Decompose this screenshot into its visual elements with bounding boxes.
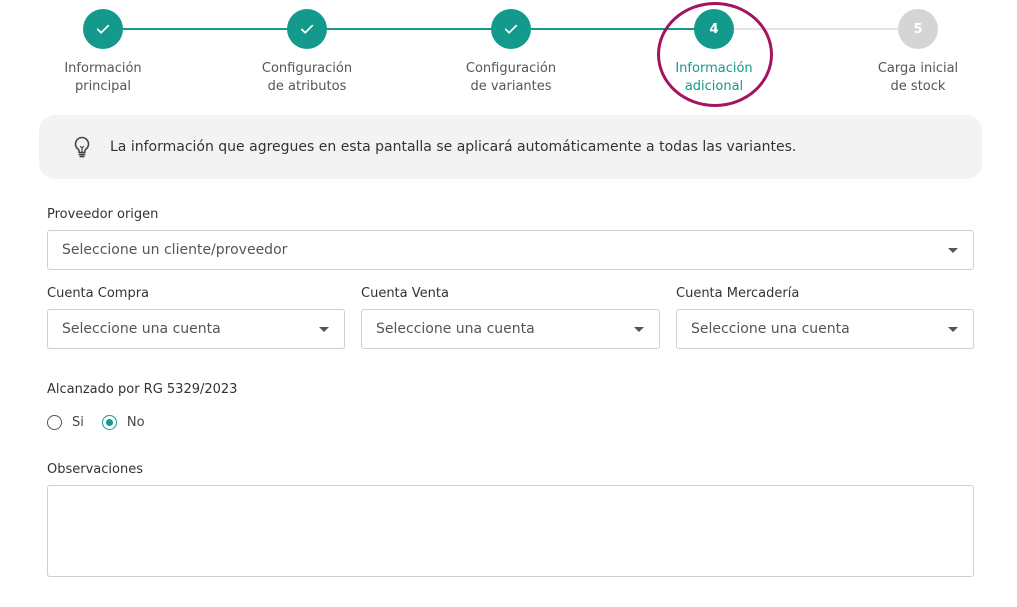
- rg-radio-group: Si No: [47, 415, 163, 430]
- step-label: Configuración de atributos: [261, 61, 353, 94]
- step-configuracion-variantes[interactable]: Configuración de variantes: [441, 9, 581, 96]
- cuenta-venta-select[interactable]: Seleccione una cuenta: [361, 309, 660, 349]
- check-icon: [504, 24, 518, 34]
- info-banner: La información que agregues en esta pant…: [39, 115, 982, 179]
- select-placeholder: Seleccione una cuenta: [691, 321, 850, 337]
- stepper: Información principal Configuración de atr…: [0, 0, 1017, 110]
- caret-down-icon: [319, 327, 329, 332]
- caret-down-icon: [634, 327, 644, 332]
- select-placeholder: Seleccione una cuenta: [62, 321, 221, 337]
- proveedor-origen-label: Proveedor origen: [47, 207, 159, 222]
- cuenta-compra-label: Cuenta Compra: [47, 286, 150, 301]
- step-circle-done: [287, 9, 327, 49]
- radio-no-label: No: [126, 415, 145, 430]
- step-informacion-principal[interactable]: Información principal: [33, 9, 173, 96]
- step-carga-inicial-stock[interactable]: 5 Carga inicial de stock: [848, 9, 988, 96]
- step-label: Configuración de variantes: [465, 61, 557, 94]
- info-banner-text: La información que agregues en esta pant…: [110, 139, 797, 155]
- step-label: Información principal: [64, 61, 142, 94]
- step-label: Carga inicial de stock: [877, 61, 959, 94]
- radio-si[interactable]: [47, 415, 62, 430]
- step-circle-active: 4: [694, 9, 734, 49]
- step-circle-done: [83, 9, 123, 49]
- step-number: 4: [709, 21, 719, 37]
- cuenta-mercaderia-select[interactable]: Seleccione una cuenta: [676, 309, 974, 349]
- step-number: 5: [913, 21, 923, 37]
- cuenta-mercaderia-label: Cuenta Mercadería: [676, 286, 800, 301]
- step-circle-pending: 5: [898, 9, 938, 49]
- check-icon: [96, 24, 110, 34]
- cuenta-compra-select[interactable]: Seleccione una cuenta: [47, 309, 345, 349]
- lightbulb-icon: [73, 135, 95, 159]
- caret-down-icon: [948, 327, 958, 332]
- step-label: Información adicional: [675, 61, 753, 94]
- caret-down-icon: [948, 248, 958, 253]
- cuenta-venta-label: Cuenta Venta: [361, 286, 449, 301]
- step-informacion-adicional[interactable]: 4 Información adicional: [644, 9, 784, 96]
- radio-no[interactable]: [101, 415, 117, 430]
- radio-si-label: Si: [72, 415, 84, 430]
- step-configuracion-atributos[interactable]: Configuración de atributos: [237, 9, 377, 96]
- observaciones-textarea[interactable]: [47, 485, 974, 577]
- observaciones-label: Observaciones: [47, 462, 143, 477]
- rg-label: Alcanzado por RG 5329/2023: [47, 382, 238, 397]
- select-placeholder: Seleccione una cuenta: [376, 321, 535, 337]
- step-circle-done: [491, 9, 531, 49]
- select-placeholder: Seleccione un cliente/proveedor: [62, 242, 288, 258]
- proveedor-origen-select[interactable]: Seleccione un cliente/proveedor: [47, 230, 974, 270]
- check-icon: [300, 24, 314, 34]
